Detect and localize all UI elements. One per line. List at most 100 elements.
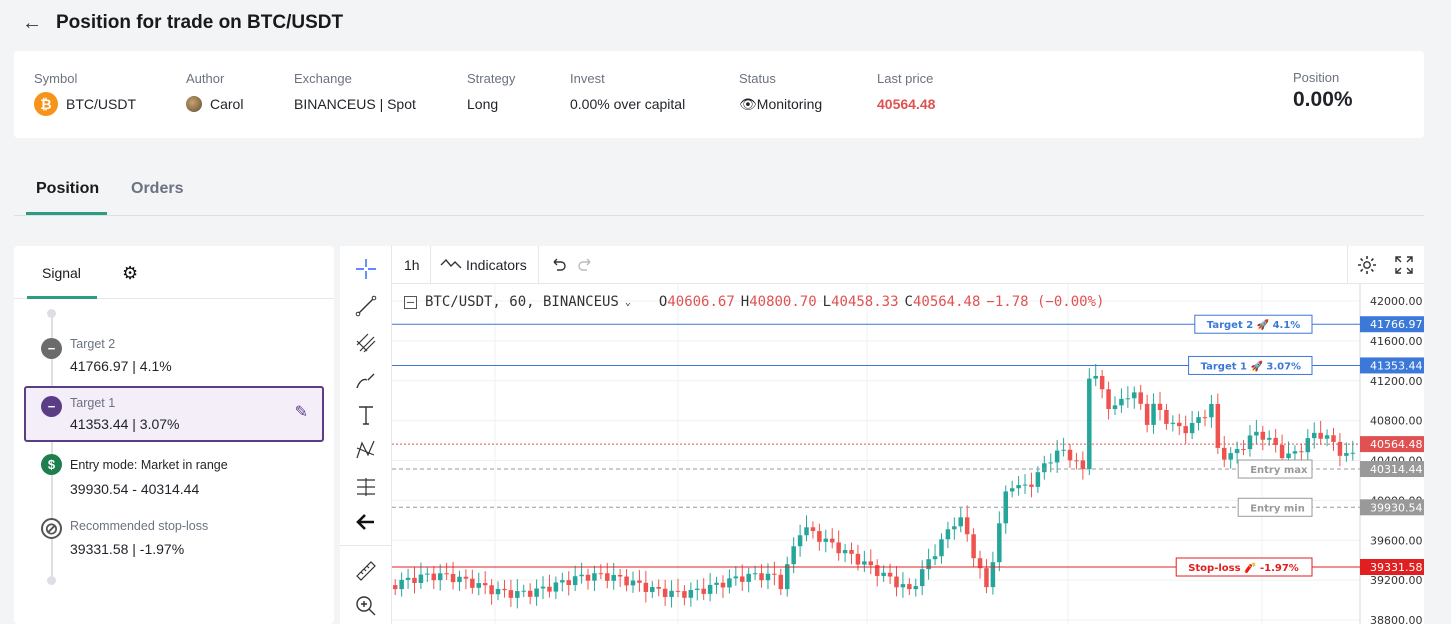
candle-body (1177, 422, 1182, 427)
candle-body (862, 561, 867, 565)
prohibited-icon: ⊘ (41, 518, 62, 539)
candle-body (495, 588, 501, 595)
candle-body (656, 586, 661, 589)
step-target-2[interactable]: − Target 2 41766.97 | 4.1% (24, 334, 324, 374)
candle-body (630, 580, 636, 586)
position-value: 0.00% (1293, 88, 1353, 111)
toolbar-separator (1347, 246, 1348, 284)
author-value[interactable]: Carol (210, 96, 243, 112)
candle-body (759, 573, 764, 581)
gear-icon[interactable]: ⚙ (122, 263, 138, 284)
candle-body (1254, 431, 1259, 436)
candle-body (1151, 403, 1156, 425)
fullscreen-icon[interactable] (1394, 246, 1414, 284)
candle-body (482, 583, 488, 586)
candle-body (1183, 426, 1188, 434)
price-line-label: Target 2 🚀 4.1% (1207, 318, 1301, 331)
chart-canvas[interactable]: 42000.0041600.0041200.0040800.0040400.00… (392, 284, 1424, 624)
tab-orders[interactable]: Orders (131, 180, 183, 198)
position-info-card: Symbol ₿ BTC/USDT Author Carol Exchange B… (14, 51, 1424, 138)
candle-body (855, 553, 861, 565)
invest-label: Invest (570, 71, 605, 86)
dollar-circle-icon: $ (41, 454, 62, 475)
candle-body (887, 572, 893, 577)
candle-body (643, 582, 649, 592)
candle-body (714, 582, 719, 585)
tab-signal[interactable]: Signal (42, 265, 81, 281)
chart-legend: BTC/USDT, 60, BINANCEUS ⌄ O40606.67 H408… (404, 294, 1104, 310)
bitcoin-icon: ₿ (34, 92, 58, 116)
signal-panel: Signal ⚙ − Target 2 41766.97 | 4.1% − Ta… (14, 246, 334, 624)
pencil-icon[interactable]: ✎ (295, 402, 308, 422)
candle-body (997, 523, 1002, 563)
back-arrow-icon[interactable]: ← (22, 12, 42, 35)
candle-body (682, 591, 687, 598)
timeline-start-dot (47, 309, 56, 318)
step-value: 39930.54 - 40314.44 (70, 481, 200, 497)
y-tick-label: 38800.00 (1370, 614, 1423, 624)
crosshair-icon[interactable] (353, 256, 379, 282)
candle-body (1344, 453, 1349, 456)
redo-icon[interactable] (576, 246, 594, 284)
candle-body (752, 573, 758, 575)
page-title: Position for trade on BTC/USDT (56, 12, 344, 33)
candle-body (1350, 452, 1356, 454)
candle-body (399, 579, 404, 590)
arrow-left-icon[interactable] (353, 509, 379, 535)
candle-body (662, 588, 668, 597)
candle-body (585, 574, 591, 581)
symbol-value: BTC/USDT (66, 96, 136, 112)
candle-body (1164, 410, 1169, 424)
legend-low: L40458.33 (822, 294, 899, 310)
candle-body (1299, 451, 1304, 453)
eye-icon: 👁 (739, 95, 757, 112)
candle-body (900, 584, 906, 588)
zoom-in-icon[interactable] (353, 593, 379, 619)
candle-body (1279, 445, 1285, 459)
pattern-icon[interactable] (353, 437, 379, 463)
tab-position[interactable]: Position (36, 180, 99, 198)
brush-icon[interactable] (353, 367, 379, 393)
step-entry[interactable]: $ Entry mode: Market in range 39930.54 -… (24, 452, 324, 497)
minus-circle-icon: − (41, 338, 62, 359)
candle-body (1093, 375, 1098, 379)
settings-gear-icon[interactable] (1356, 246, 1378, 284)
trend-line-icon[interactable] (353, 293, 379, 319)
step-value: 39331.58 | -1.97% (70, 541, 185, 557)
fib-retracement-icon[interactable] (353, 474, 379, 500)
price-axis-tag-label: 41353.44 (1370, 359, 1423, 372)
candle-body (842, 550, 848, 554)
pitchfork-icon[interactable] (353, 330, 379, 356)
candle-body (971, 534, 976, 559)
step-title: Entry mode: Market in range (70, 458, 228, 472)
chevron-down-icon[interactable]: ⌄ (625, 297, 631, 308)
legend-title[interactable]: BTC/USDT, 60, BINANCEUS (425, 294, 619, 310)
position-field: Position 0.00% (1293, 70, 1353, 112)
interval-button[interactable]: 1h (404, 246, 420, 284)
indicators-label: Indicators (466, 257, 527, 273)
ruler-icon[interactable] (353, 558, 379, 584)
text-icon[interactable] (353, 402, 379, 428)
indicators-icon (440, 258, 462, 269)
candle-body (1106, 389, 1111, 410)
candle-body (1080, 460, 1086, 470)
chart-toolbar: 1h Indicators (392, 246, 1424, 284)
candle-body (727, 578, 732, 588)
candle-body (1016, 485, 1021, 489)
price-chart[interactable]: 42000.00 41600.00 41200.00 40800.00 40400.00… (392, 284, 1424, 624)
indicators-button[interactable]: Indicators (440, 246, 527, 284)
candle-body (1241, 449, 1246, 451)
candle-body (1266, 437, 1272, 440)
price-line-label: Entry min (1250, 503, 1305, 514)
undo-icon[interactable] (550, 246, 568, 284)
step-target-1[interactable]: − Target 1 41353.44 | 3.07% ✎ (24, 386, 324, 442)
step-title: Recommended stop-loss (70, 519, 209, 533)
candle-body (425, 573, 430, 575)
toolbar-separator (538, 246, 539, 284)
collapse-legend-icon[interactable] (404, 295, 417, 309)
status-value: Monitoring (756, 96, 823, 112)
step-title: Target 2 (70, 337, 116, 351)
candle-body (1305, 438, 1311, 453)
step-stop-loss[interactable]: ⊘ Recommended stop-loss 39331.58 | -1.97… (24, 516, 324, 557)
candle-body (1260, 431, 1266, 440)
